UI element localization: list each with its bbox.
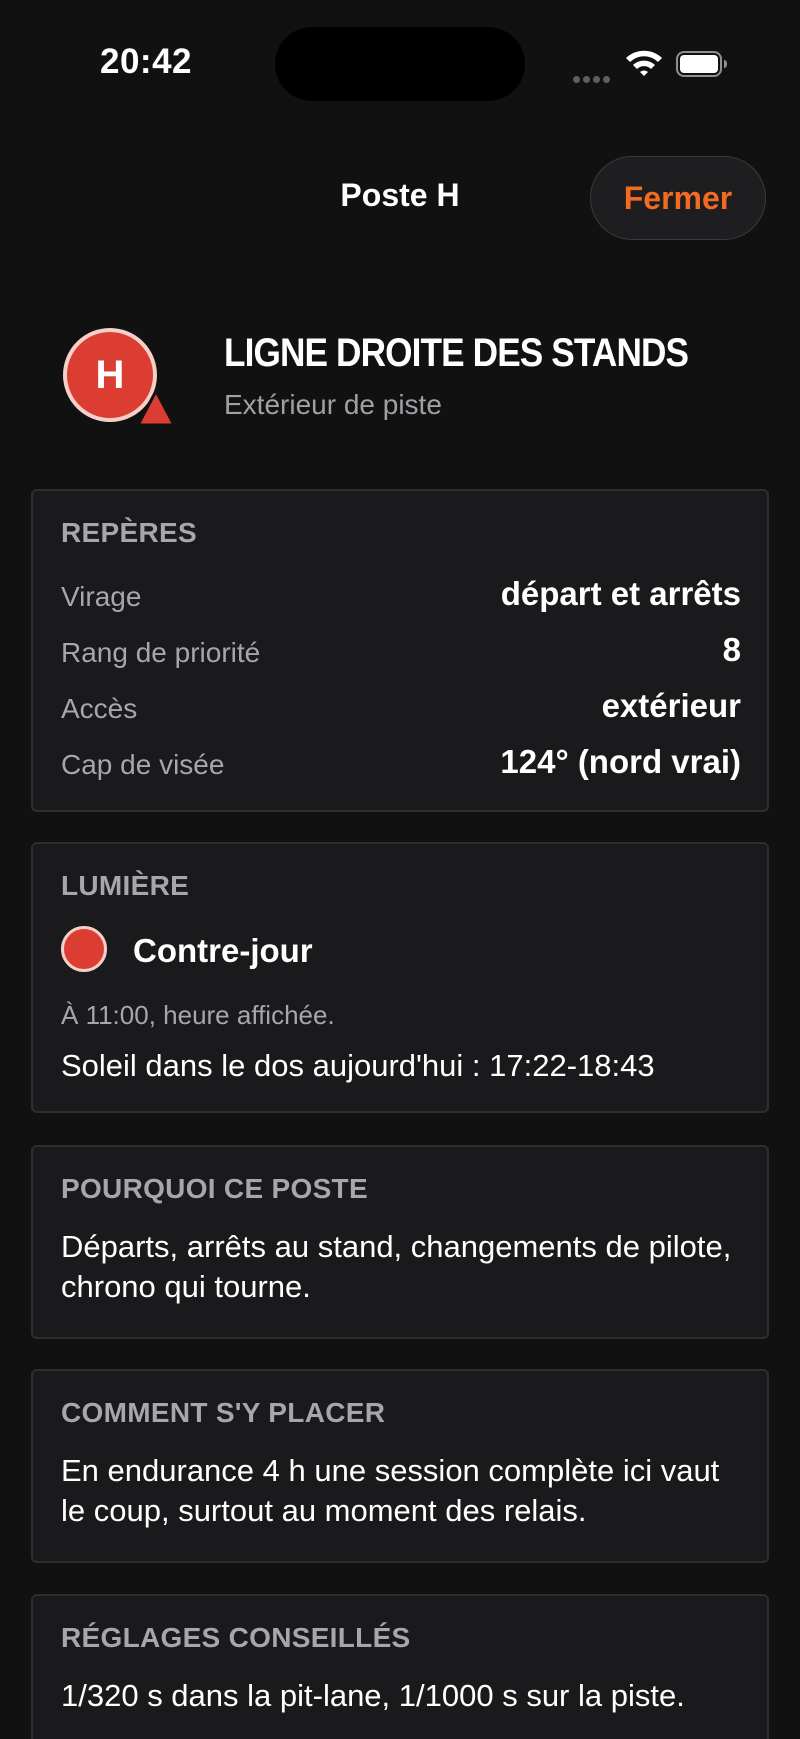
status-time: 20:42 (100, 42, 193, 81)
repere-key: Virage (61, 581, 142, 612)
repere-value: départ et arrêts (500, 575, 741, 612)
reperes-title: REPÈRES (61, 517, 197, 548)
cellular-signal-icon (573, 70, 613, 83)
reglages-text: 1/320 s dans la pit-lane, 1/1000 s sur l… (61, 1678, 685, 1713)
dynamic-island (275, 27, 525, 101)
pourquoi-card: POURQUOI CE POSTE Départs, arrêts au sta… (31, 1145, 769, 1339)
poste-header: H LIGNE DROITE DES STANDS Extérieur de p… (62, 325, 762, 435)
poste-marker-icon: H (62, 327, 178, 431)
repere-row-virage: Virage départ et arrêts (61, 575, 741, 615)
poste-title: LIGNE DROITE DES STANDS (224, 331, 689, 375)
nav-bar: Poste H Fermer (0, 145, 800, 255)
repere-key: Cap de visée (61, 749, 225, 780)
placement-title: COMMENT S'Y PLACER (61, 1397, 386, 1428)
battery-icon (676, 51, 727, 77)
pourquoi-text: Départs, arrêts au stand, changements de… (61, 1229, 732, 1304)
repere-value: 8 (722, 631, 741, 668)
placement-card: COMMENT S'Y PLACER En endurance 4 h une … (31, 1369, 769, 1563)
wifi-icon (626, 50, 662, 76)
light-status-icon (61, 926, 107, 972)
repere-row-cap: Cap de visée 124° (nord vrai) (61, 743, 741, 783)
repere-value: extérieur (601, 687, 741, 724)
poste-letter: H (95, 353, 125, 397)
reglages-card: RÉGLAGES CONSEILLÉS 1/320 s dans la pit-… (31, 1594, 769, 1739)
repere-key: Accès (61, 693, 138, 724)
light-time-note: À 11:00, heure affichée. (61, 1000, 335, 1030)
reglages-title: RÉGLAGES CONSEILLÉS (61, 1622, 411, 1653)
poste-subtitle: Extérieur de piste (224, 389, 442, 420)
nav-title: Poste H (340, 177, 460, 213)
repere-value: 124° (nord vrai) (500, 743, 741, 780)
lumiere-card: LUMIÈRE Contre-jour À 11:00, heure affic… (31, 842, 769, 1113)
placement-text: En endurance 4 h une session complète ic… (61, 1453, 720, 1528)
close-button[interactable]: Fermer (590, 156, 766, 240)
repere-key: Rang de priorité (61, 637, 261, 668)
repere-row-acces: Accès extérieur (61, 687, 741, 727)
lumiere-title: LUMIÈRE (61, 870, 190, 901)
status-bar: 20:42 (0, 0, 800, 130)
sun-window-text: Soleil dans le dos aujourd'hui : 17:22-1… (61, 1048, 655, 1083)
reperes-card: REPÈRES Virage départ et arrêts Rang de … (31, 489, 769, 812)
repere-row-priorite: Rang de priorité 8 (61, 631, 741, 671)
pourquoi-title: POURQUOI CE POSTE (61, 1173, 368, 1204)
light-status-label: Contre-jour (133, 932, 313, 969)
